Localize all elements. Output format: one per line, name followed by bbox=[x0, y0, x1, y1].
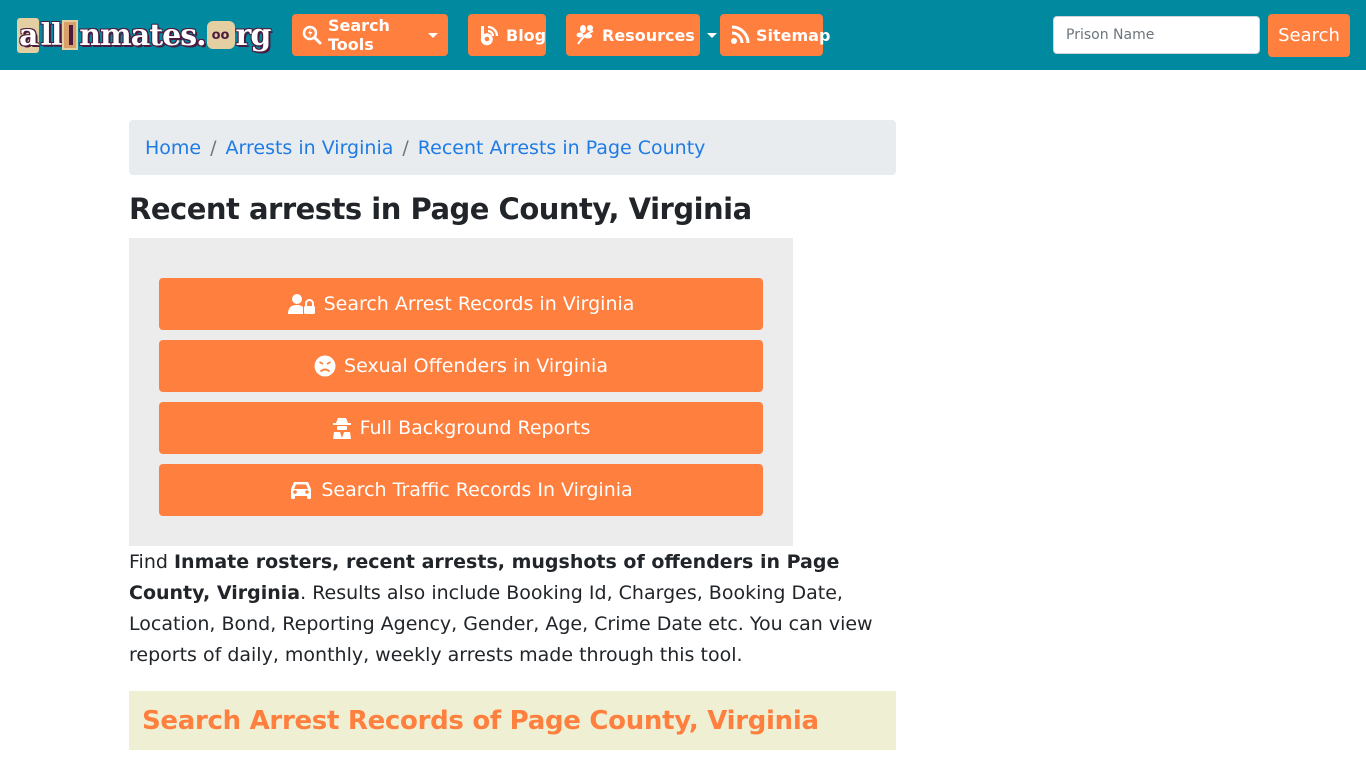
nav-blog-link[interactable]: Blog bbox=[468, 14, 546, 56]
search-button[interactable]: Search bbox=[1268, 14, 1350, 57]
search-arrest-records-button[interactable]: Search Arrest Records in Virginia bbox=[159, 278, 763, 330]
full-background-reports-label: Full Background Reports bbox=[359, 417, 591, 439]
breadcrumb-arrests-virginia-link[interactable]: Arrests in Virginia bbox=[226, 137, 394, 159]
logo-text-ll: ll bbox=[40, 17, 62, 53]
search-arrest-records-label: Search Arrest Records in Virginia bbox=[323, 293, 635, 315]
caret-down-icon bbox=[706, 32, 717, 38]
angry-face-icon bbox=[314, 355, 336, 377]
nav-search-tools-label: Search Tools bbox=[328, 16, 390, 54]
nav-blog-label: Blog bbox=[506, 25, 547, 45]
logo-text-nmates: nmates. bbox=[79, 17, 206, 53]
logo-handcuffs-icon: oo bbox=[206, 21, 235, 49]
search-traffic-records-label: Search Traffic Records In Virginia bbox=[321, 479, 633, 501]
nav-sitemap-link[interactable]: Sitemap bbox=[720, 14, 830, 56]
section-header: Search Arrest Records of Page County, Vi… bbox=[129, 691, 896, 750]
prison-name-search-input[interactable] bbox=[1053, 16, 1260, 54]
rss-icon bbox=[731, 25, 750, 44]
page-title: Recent arrests in Page County, Virginia bbox=[129, 192, 752, 226]
blogger-icon bbox=[480, 25, 499, 46]
logo-prisoner-icon bbox=[62, 20, 79, 50]
logo-badge-a: a bbox=[17, 17, 40, 53]
logo-text-rg: rg bbox=[235, 17, 272, 53]
breadcrumb-page-county-link[interactable]: Recent Arrests in Page County bbox=[418, 137, 706, 159]
sexual-offenders-label: Sexual Offenders in Virginia bbox=[344, 355, 608, 377]
nav-resources-dropdown[interactable]: Resources bbox=[566, 14, 717, 56]
nav-search-tools-dropdown[interactable]: Search Tools bbox=[292, 14, 448, 56]
search-traffic-records-button[interactable]: Search Traffic Records In Virginia bbox=[159, 464, 763, 516]
user-lock-icon bbox=[287, 294, 315, 314]
breadcrumb-separator: / bbox=[210, 136, 217, 159]
search-bolt-icon bbox=[302, 25, 322, 45]
page-description: Find Inmate rosters, recent arrests, mug… bbox=[129, 547, 889, 671]
breadcrumb-home-link[interactable]: Home bbox=[145, 137, 201, 159]
search-options-panel: Search Arrest Records in Virginia Sexual… bbox=[129, 238, 793, 546]
caret-down-icon bbox=[428, 32, 438, 38]
nav-resources-label: Resources bbox=[602, 25, 695, 45]
description-lead: Find bbox=[129, 551, 174, 573]
user-secret-icon bbox=[332, 418, 351, 439]
sexual-offenders-button[interactable]: Sexual Offenders in Virginia bbox=[159, 340, 763, 392]
full-background-reports-button[interactable]: Full Background Reports bbox=[159, 402, 763, 454]
section-title: Search Arrest Records of Page County, Vi… bbox=[142, 705, 819, 736]
breadcrumb-separator: / bbox=[402, 136, 409, 159]
breadcrumb: Home / Arrests in Virginia / Recent Arre… bbox=[129, 120, 896, 175]
navbar: a ll nmates. oo rg Search Tools Blog Res… bbox=[0, 0, 1366, 70]
site-logo[interactable]: a ll nmates. oo rg bbox=[16, 15, 272, 55]
leaf-icon bbox=[576, 25, 594, 45]
nav-sitemap-label: Sitemap bbox=[756, 25, 831, 45]
car-icon bbox=[291, 482, 312, 499]
